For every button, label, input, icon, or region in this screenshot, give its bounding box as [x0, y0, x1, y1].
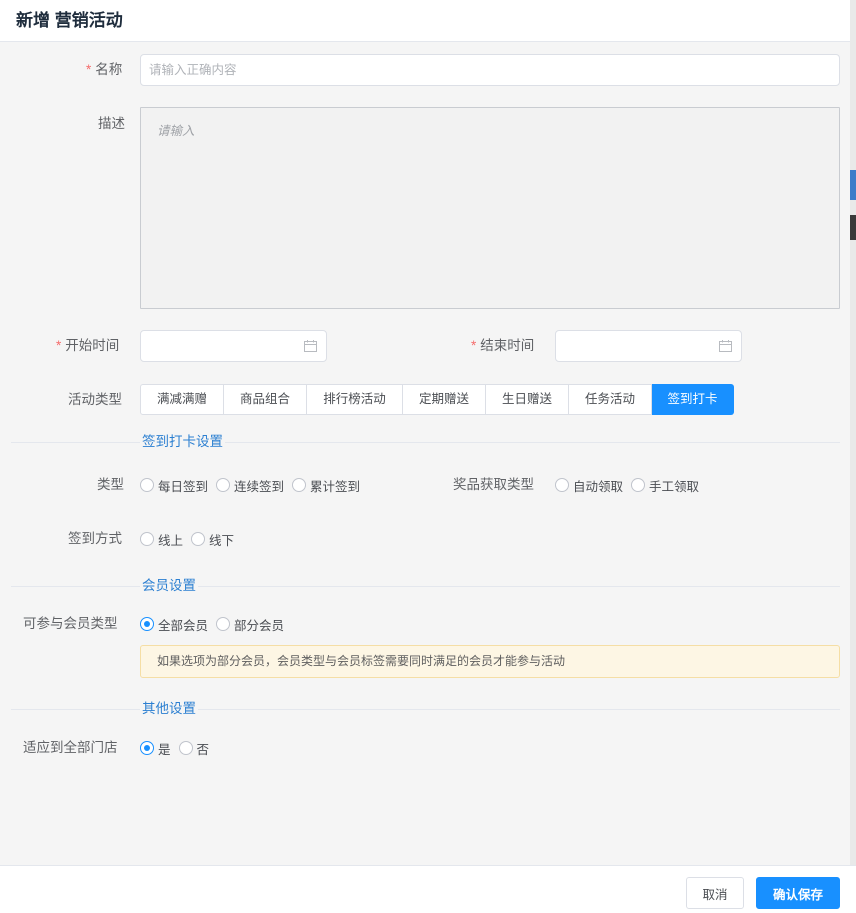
- reward-type-label: 奖品获取类型: [453, 477, 534, 492]
- start-time-label: * 开始时间: [56, 338, 120, 353]
- background-edge: [850, 0, 856, 913]
- end-time-label: * 结束时间: [471, 338, 535, 353]
- calendar-icon: [719, 340, 732, 352]
- radio-circle: [631, 478, 646, 492]
- radio-consecutive-checkin[interactable]: 连续签到: [216, 476, 284, 495]
- section-divider: [11, 709, 840, 710]
- end-time-picker[interactable]: [555, 330, 742, 362]
- activity-type-option[interactable]: 定期赠送: [403, 384, 486, 415]
- dialog-header: 新增 营销活动: [0, 0, 856, 42]
- cancel-button[interactable]: 取消: [686, 877, 744, 909]
- radio-all-members[interactable]: 全部会员: [140, 615, 208, 634]
- radio-manual-claim[interactable]: 手工领取: [631, 476, 699, 495]
- radio-no[interactable]: 否: [178, 739, 209, 758]
- section-title-checkin: 签到打卡设置: [140, 434, 225, 450]
- radio-circle: [140, 532, 154, 546]
- name-label: * 名称: [86, 62, 123, 77]
- save-button[interactable]: 确认保存: [756, 877, 840, 909]
- activity-type-option[interactable]: 排行榜活动: [307, 384, 403, 415]
- radio-circle: [216, 617, 231, 631]
- dialog-footer: 取消 确认保存: [0, 865, 856, 913]
- radio-circle: [140, 478, 154, 492]
- required-mark: *: [56, 338, 62, 353]
- member-type-label: 可参与会员类型: [23, 616, 118, 631]
- required-mark: *: [471, 338, 477, 353]
- section-divider: [11, 442, 840, 443]
- radio-daily-checkin[interactable]: 每日签到: [140, 476, 208, 495]
- section-title-other: 其他设置: [140, 701, 198, 717]
- checkin-type-radio-group: 每日签到 连续签到 累计签到: [140, 476, 368, 495]
- radio-auto-claim[interactable]: 自动领取: [555, 476, 623, 495]
- checkin-method-radio-group: 线上 线下: [140, 530, 242, 549]
- radio-circle: [216, 478, 231, 492]
- activity-type-option[interactable]: 生日赠送: [486, 384, 569, 415]
- radio-circle: [178, 741, 193, 755]
- radio-cumulative-checkin[interactable]: 累计签到: [292, 476, 360, 495]
- checkin-method-label: 签到方式: [68, 531, 122, 546]
- all-stores-label: 适应到全部门店: [23, 740, 118, 755]
- member-notice: 如果选项为部分会员，会员类型与会员标签需要同时满足的会员才能参与活动: [140, 645, 840, 678]
- activity-type-option-selected[interactable]: 签到打卡: [652, 384, 734, 415]
- dialog-title: 新增 营销活动: [16, 11, 123, 30]
- background-mark: [850, 170, 856, 200]
- background-mark: [850, 215, 856, 240]
- checkin-type-label: 类型: [97, 477, 124, 492]
- radio-circle-checked: [140, 741, 154, 755]
- radio-circle: [555, 478, 569, 492]
- activity-type-option[interactable]: 商品组合: [224, 384, 307, 415]
- name-input[interactable]: [140, 54, 840, 86]
- activity-type-option[interactable]: 满减满赠: [140, 384, 224, 415]
- member-type-radio-group: 全部会员 部分会员: [140, 615, 292, 634]
- required-mark: *: [86, 62, 92, 77]
- radio-circle: [191, 532, 206, 546]
- radio-partial-members[interactable]: 部分会员: [216, 615, 284, 634]
- section-divider: [11, 586, 840, 587]
- activity-type-segmented: 满减满赠 商品组合 排行榜活动 定期赠送 生日赠送 任务活动 签到打卡: [140, 384, 734, 415]
- radio-offline[interactable]: 线下: [191, 530, 234, 549]
- section-title-member: 会员设置: [140, 578, 198, 594]
- activity-type-label: 活动类型: [68, 392, 122, 407]
- radio-online[interactable]: 线上: [140, 530, 183, 549]
- description-label: 描述: [98, 116, 125, 131]
- activity-type-option[interactable]: 任务活动: [569, 384, 652, 415]
- radio-circle-checked: [140, 617, 154, 631]
- radio-circle: [292, 478, 307, 492]
- radio-yes[interactable]: 是: [140, 739, 171, 758]
- calendar-icon: [304, 340, 317, 352]
- all-stores-radio-group: 是 否: [140, 739, 217, 758]
- reward-type-radio-group: 自动领取 手工领取: [555, 476, 707, 495]
- start-time-picker[interactable]: [140, 330, 327, 362]
- description-textarea[interactable]: [140, 107, 840, 309]
